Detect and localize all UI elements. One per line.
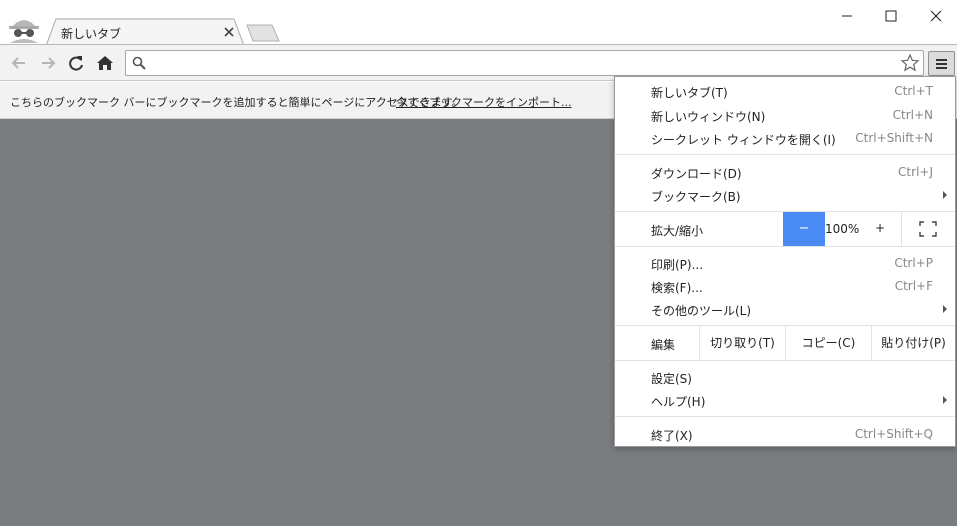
window-close-icon[interactable] (926, 6, 946, 26)
edit-label: 編集 (651, 338, 676, 352)
menu-item-label: 設定(S) (651, 372, 692, 386)
menu-separator (615, 246, 955, 247)
menu-item-label: 新しいウィンドウ(N) (651, 110, 766, 124)
menu-item-exit[interactable]: 終了(X) Ctrl+Shift+Q (615, 423, 955, 445)
zoom-label: 拡大/縮小 (651, 224, 704, 238)
menu-separator (615, 360, 955, 361)
maximize-icon[interactable] (881, 6, 901, 26)
zoom-in-button[interactable]: + (865, 221, 895, 235)
copy-button[interactable]: コピー(C) (785, 326, 871, 360)
incognito-icon (9, 20, 39, 43)
zoom-out-button[interactable]: − (783, 212, 825, 246)
menu-icon (936, 59, 947, 61)
back-arrow-icon[interactable] (9, 53, 29, 73)
search-icon (132, 56, 146, 70)
new-tab-button[interactable] (246, 24, 280, 42)
menu-item-label: 検索(F)... (651, 281, 703, 295)
menu-item-label: シークレット ウィンドウを開く(I) (651, 133, 836, 147)
fullscreen-icon[interactable] (919, 221, 937, 237)
zoom-divider (901, 212, 902, 246)
menu-item-new-tab[interactable]: 新しいタブ(T) Ctrl+T (615, 80, 955, 102)
menu-item-shortcut: Ctrl+F (894, 279, 933, 293)
submenu-arrow-icon (943, 305, 947, 313)
menu-item-shortcut: Ctrl+T (894, 84, 933, 98)
menu-item-incognito[interactable]: シークレット ウィンドウを開く(I) Ctrl+Shift+N (615, 127, 955, 149)
menu-item-label: ヘルプ(H) (651, 395, 706, 409)
forward-arrow-icon[interactable] (38, 53, 58, 73)
menu-item-shortcut: Ctrl+N (892, 108, 933, 122)
menu-item-new-window[interactable]: 新しいウィンドウ(N) Ctrl+N (615, 104, 955, 126)
menu-item-downloads[interactable]: ダウンロード(D) Ctrl+J (615, 161, 955, 183)
cut-button[interactable]: 切り取り(T) (699, 326, 785, 360)
menu-item-help[interactable]: ヘルプ(H) (615, 389, 955, 411)
menu-item-shortcut: Ctrl+P (894, 256, 933, 270)
menu-item-label: ダウンロード(D) (651, 167, 742, 181)
menu-item-print[interactable]: 印刷(P)... Ctrl+P (615, 252, 955, 274)
menu-item-label: 新しいタブ(T) (651, 86, 728, 100)
title-bar: 新しいタブ (0, 0, 957, 46)
zoom-level: 100% (825, 222, 860, 236)
menu-item-settings[interactable]: 設定(S) (615, 366, 955, 388)
edit-row: 編集 切り取り(T) コピー(C) 貼り付け(P) (615, 326, 955, 360)
menu-item-label: 終了(X) (651, 429, 693, 443)
menu-separator (615, 416, 955, 417)
menu-item-label: 印刷(P)... (651, 258, 704, 272)
menu-item-bookmarks[interactable]: ブックマーク(B) (615, 184, 955, 206)
menu-item-shortcut: Ctrl+Shift+Q (854, 427, 933, 441)
tab-title: 新しいタブ (61, 27, 122, 41)
zoom-row: 拡大/縮小 − 100% + (615, 212, 955, 246)
close-icon[interactable] (223, 26, 235, 38)
paste-button[interactable]: 貼り付け(P) (871, 326, 955, 360)
minimize-icon[interactable] (837, 6, 857, 26)
menu-item-find[interactable]: 検索(F)... Ctrl+F (615, 275, 955, 297)
menu-button[interactable] (928, 51, 955, 76)
tab-new-tab[interactable]: 新しいタブ (46, 18, 244, 46)
menu-separator (615, 154, 955, 155)
reload-icon[interactable] (66, 53, 86, 73)
menu-item-shortcut: Ctrl+Shift+N (855, 131, 933, 145)
submenu-arrow-icon (943, 396, 947, 404)
menu-item-shortcut: Ctrl+J (898, 165, 933, 179)
bookmark-star-icon[interactable] (900, 53, 920, 73)
import-bookmarks-link[interactable]: 今すぐブックマークをインポート... (396, 94, 572, 110)
menu-item-label: その他のツール(L) (651, 304, 752, 318)
home-icon[interactable] (95, 53, 115, 73)
address-bar[interactable] (125, 50, 924, 76)
bookmark-bar-message: こちらのブックマーク バーにブックマークを追加すると簡単にページにアクセスできま… (10, 96, 463, 109)
submenu-arrow-icon (943, 191, 947, 199)
menu-icon (936, 67, 947, 69)
menu-icon (936, 63, 947, 65)
menu-item-label: ブックマーク(B) (651, 190, 741, 204)
chrome-menu: 新しいタブ(T) Ctrl+T 新しいウィンドウ(N) Ctrl+N シークレッ… (614, 76, 956, 447)
menu-item-more-tools[interactable]: その他のツール(L) (615, 298, 955, 320)
